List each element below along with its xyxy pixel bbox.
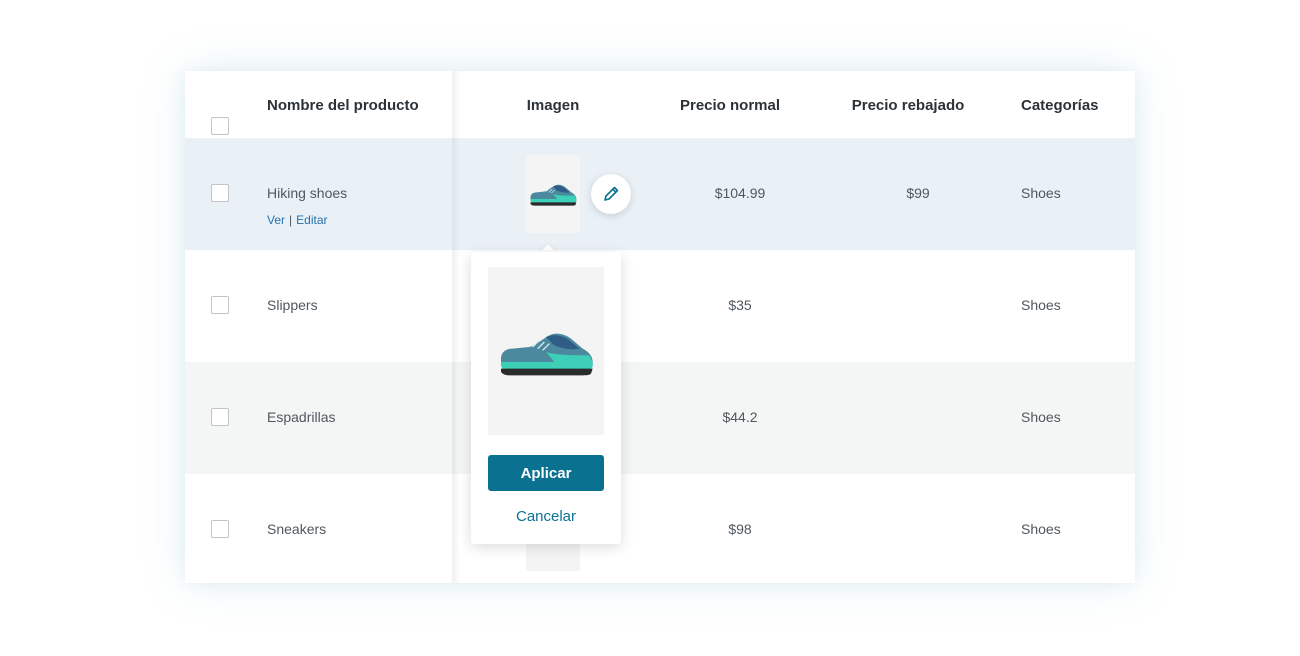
products-table: Nombre del producto Imagen Precio normal… (185, 71, 1135, 583)
row-checkbox[interactable] (211, 520, 229, 538)
view-link[interactable]: Ver (267, 213, 285, 227)
actions-separator: | (289, 213, 293, 227)
edit-link[interactable]: Editar (296, 213, 327, 227)
row-checkbox[interactable] (211, 408, 229, 426)
product-name: Hiking shoes (267, 185, 348, 201)
table-header: Nombre del producto Imagen Precio normal… (185, 71, 1135, 138)
column-header-product-name[interactable]: Nombre del producto (267, 97, 419, 114)
cancel-button[interactable]: Cancelar (471, 508, 621, 525)
row-actions: Ver | Editar (267, 213, 328, 227)
edit-image-button[interactable] (591, 174, 631, 214)
column-header-image[interactable]: Imagen (527, 97, 580, 114)
frozen-column-divider (452, 71, 460, 583)
shoe-image (496, 327, 596, 377)
image-picker-popover: Aplicar Cancelar (471, 252, 621, 544)
apply-button[interactable]: Aplicar (488, 455, 604, 491)
table-row[interactable]: Espadrillas $44.2 Shoes (185, 362, 1135, 474)
regular-price: $35 (728, 297, 752, 313)
product-thumbnail[interactable] (526, 155, 580, 233)
shoe-image (528, 181, 578, 207)
table-row[interactable]: Sneakers $98 Shoes (185, 474, 1135, 583)
product-name: Slippers (267, 297, 318, 313)
product-name: Sneakers (267, 521, 327, 537)
category: Shoes (1021, 185, 1061, 201)
sale-price: $99 (906, 185, 930, 201)
table-row[interactable]: Hiking shoes Ver | Editar $104.99 $99 Shoe… (185, 138, 1135, 250)
table-row[interactable]: Slippers $35 Shoes (185, 250, 1135, 362)
category: Shoes (1021, 521, 1061, 537)
regular-price: $98 (728, 521, 752, 537)
column-header-sale-price[interactable]: Precio rebajado (852, 97, 965, 114)
column-header-categories[interactable]: Categorías (1021, 97, 1099, 114)
pencil-icon (604, 186, 619, 201)
row-checkbox[interactable] (211, 296, 229, 314)
category: Shoes (1021, 297, 1061, 313)
regular-price: $104.99 (714, 185, 766, 201)
image-preview (488, 267, 604, 435)
category: Shoes (1021, 409, 1061, 425)
select-all-checkbox[interactable] (211, 117, 229, 135)
regular-price: $44.2 (722, 409, 758, 425)
product-name: Espadrillas (267, 409, 336, 425)
column-header-regular-price[interactable]: Precio normal (680, 97, 780, 114)
row-checkbox[interactable] (211, 184, 229, 202)
